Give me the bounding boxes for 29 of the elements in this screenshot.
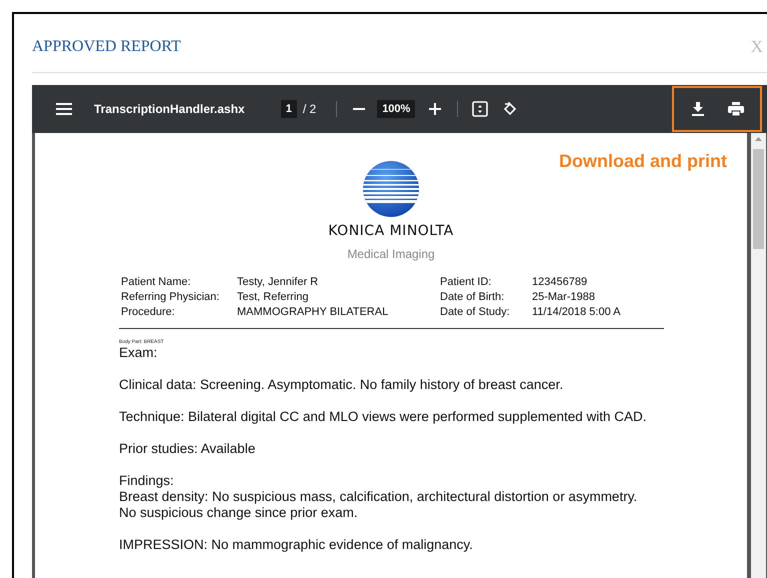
field-label: Patient ID: xyxy=(440,275,492,290)
report-paragraph: Clinical data: Screening. Asymptomatic. No family history of breast cancer. xyxy=(119,377,564,393)
field-label: Referring Physician: xyxy=(121,290,220,305)
company-name: KONICA MINOLTA xyxy=(328,223,454,239)
report-paragraph: IMPRESSION: No mammographic evidence of malignancy. xyxy=(119,537,474,553)
field-label: Date of Study: xyxy=(440,305,511,320)
dialog-title: APPROVED REPORT xyxy=(32,37,181,56)
field-value: MAMMOGRAPHY BILATERAL xyxy=(237,305,390,320)
report-paragraph: Findings: Breast density: No suspicious mass, calcification, architectural distortion or asymmetry. No suspicious change since prior exam. xyxy=(119,473,638,521)
callout-text: Download and print xyxy=(559,151,727,172)
file-name: TranscriptionHandler.ashx xyxy=(94,102,245,116)
page-total: / 2 xyxy=(302,102,316,116)
field-value: 25-Mar-1988 xyxy=(532,290,596,305)
company-subtitle: Medical Imaging xyxy=(347,247,435,261)
field-value: 123456789 xyxy=(532,275,588,290)
field-label: Procedure: xyxy=(121,305,176,320)
field-label: Date of Birth: xyxy=(440,290,506,305)
zoom-field[interactable]: 100% xyxy=(377,100,416,118)
field-label: Patient Name: xyxy=(121,275,192,290)
globe-logo-icon xyxy=(360,161,422,217)
scrollbar[interactable] xyxy=(751,133,766,578)
page-number-field[interactable]: 1 xyxy=(280,100,297,118)
report-paragraph: Technique: Bilateral digital CC and MLO views were performed supplemented with CAD. xyxy=(119,409,648,425)
scrollbar-thumb[interactable] xyxy=(753,149,764,249)
field-value: Test, Referring xyxy=(237,290,310,305)
field-value: 11/14/2018 5:00 A xyxy=(532,305,622,320)
report-paragraph: Prior studies: Available xyxy=(119,441,256,457)
field-value: Testy, Jennifer R xyxy=(237,275,320,290)
report-paragraph: Exam: xyxy=(119,345,158,361)
